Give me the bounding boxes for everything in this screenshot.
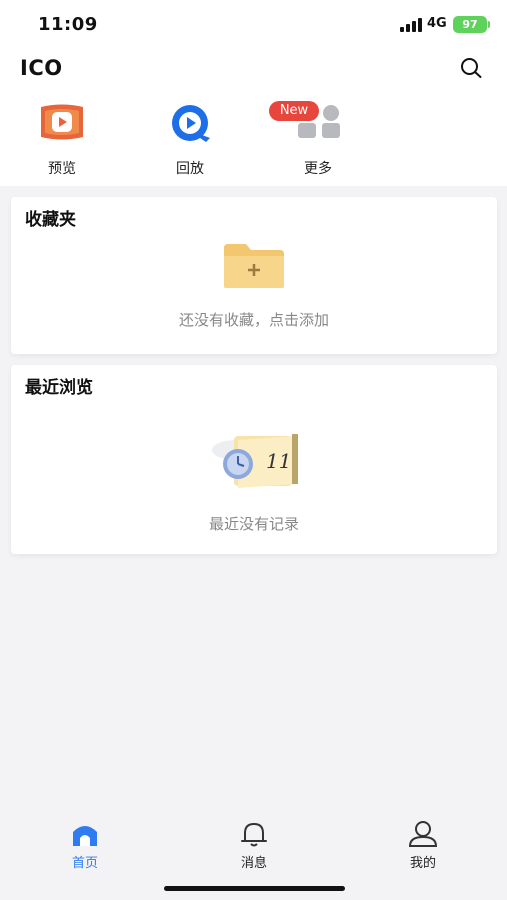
- app-title: ICO: [20, 56, 63, 80]
- preview-play-icon: [41, 104, 83, 140]
- quick-action-label: 回放: [176, 161, 204, 177]
- playback-icon: [172, 105, 210, 142]
- tab-home[interactable]: 首页: [45, 820, 125, 871]
- status-bar: 11:09 4G 97: [0, 0, 507, 48]
- quick-action-label: 更多: [304, 161, 332, 177]
- calendar-clock-icon: 11: [212, 434, 298, 488]
- favorites-empty-text[interactable]: 还没有收藏，点击添加: [11, 309, 497, 330]
- tab-label: 消息: [240, 856, 267, 871]
- network-type: 4G: [427, 16, 447, 31]
- quick-action-preview[interactable]: 预览: [17, 100, 107, 182]
- status-time: 11:09: [38, 14, 98, 35]
- recent-title: 最近浏览: [25, 378, 93, 398]
- recent-card: 最近浏览 11 最近没有记录: [11, 365, 497, 554]
- search-button[interactable]: [459, 56, 483, 80]
- quick-action-label: 预览: [48, 161, 76, 177]
- bell-icon: [241, 822, 267, 847]
- svg-text:11: 11: [266, 449, 291, 473]
- quick-action-playback[interactable]: 回放: [145, 100, 235, 182]
- tab-label: 首页: [71, 856, 98, 871]
- folder-add-icon[interactable]: [222, 242, 286, 290]
- battery-level: 97: [462, 18, 478, 31]
- recent-empty-text: 最近没有记录: [208, 515, 299, 533]
- tab-label: 我的: [409, 856, 436, 871]
- search-icon: [461, 58, 482, 78]
- home-icon: [73, 826, 97, 846]
- signal-icon: [400, 18, 422, 32]
- tab-messages[interactable]: 消息: [214, 820, 294, 871]
- battery-icon: 97: [453, 16, 490, 33]
- favorites-title: 收藏夹: [25, 210, 76, 230]
- user-icon: [408, 821, 438, 847]
- tab-profile[interactable]: 我的: [383, 820, 463, 871]
- new-badge: New: [269, 101, 319, 121]
- favorites-card: 收藏夹 还没有收藏，点击添加: [11, 197, 497, 354]
- home-indicator: [164, 886, 345, 891]
